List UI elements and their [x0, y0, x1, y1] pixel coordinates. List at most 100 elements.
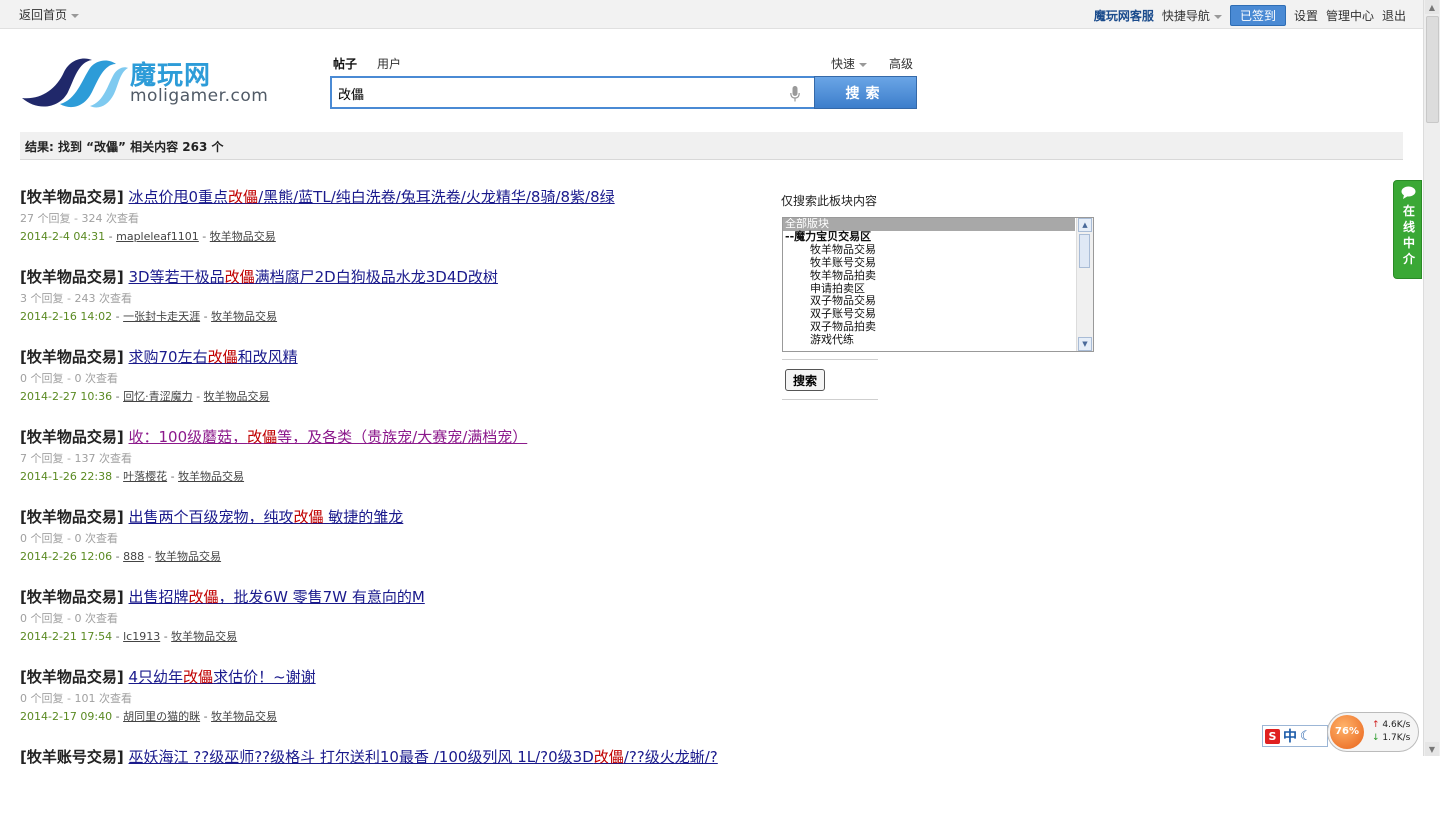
forum-option[interactable]: 全部版块 — [783, 218, 1075, 231]
quick-nav-label: 快捷导航 — [1161, 9, 1210, 23]
title-text: 满档腐尸2D白狗极品水龙3D4D改树 — [254, 268, 498, 286]
scroll-thumb[interactable] — [1426, 16, 1439, 123]
result-author-link[interactable]: 回忆·青涩魔力 — [123, 390, 193, 403]
chevron-down-icon — [71, 13, 80, 18]
network-rates: ↑ 4.6K/s ↓ 1.7K/s — [1372, 719, 1410, 745]
advanced-search-link[interactable]: 高级 — [889, 55, 913, 72]
moon-icon[interactable]: ☾ — [1300, 729, 1312, 744]
result-link[interactable]: 求购70左右改儡和改风精 — [129, 348, 298, 366]
quick-nav-menu[interactable]: 快捷导航 — [1162, 7, 1222, 24]
cpu-usage-ball: 76% — [1330, 715, 1364, 749]
result-category: [牧羊物品交易] — [20, 428, 124, 446]
search-button[interactable]: 搜索 — [814, 76, 917, 109]
result-item: [牧羊物品交易] 冰点价甩0重点改儡/黑熊/蓝TL/纯白洗卷/兔耳洗卷/火龙精华… — [20, 186, 760, 266]
title-text: /??级火龙蜥/? — [623, 748, 718, 766]
scroll-down-arrow-icon[interactable]: ▼ — [1078, 337, 1092, 351]
microphone-icon[interactable] — [790, 86, 800, 102]
checkin-button[interactable]: 已签到 — [1229, 5, 1286, 26]
online-agent-tab[interactable]: 在线中介 — [1393, 180, 1422, 279]
result-forum-link[interactable]: 牧羊物品交易 — [171, 630, 237, 643]
settings-link[interactable]: 设置 — [1294, 7, 1318, 24]
search-options: 快速 高级 — [831, 55, 913, 72]
filter-search-button[interactable]: 搜索 — [785, 369, 825, 391]
title-highlight: 改儡 — [228, 188, 259, 206]
result-link[interactable]: 出售招牌改儡，批发6W 零售7W 有意向的M — [129, 588, 425, 606]
user-menu: 魔玩网客服 快捷导航 已签到 设置 管理中心 退出 — [1094, 5, 1406, 26]
tab-posts[interactable]: 帖子 — [333, 55, 357, 72]
result-stats: 0 个回复 - 0 次查看 — [20, 532, 118, 545]
result-date: 2014-2-17 09:40 — [20, 710, 113, 723]
forum-option[interactable]: 牧羊账号交易 — [783, 256, 1093, 270]
quick-search-dropdown[interactable]: 快速 — [831, 55, 868, 72]
result-meta: 2014-2-27 10:36 - 回忆·青涩魔力 - 牧羊物品交易 — [20, 390, 270, 403]
result-category: [牧羊物品交易] — [20, 508, 124, 526]
forum-option[interactable]: 牧羊物品交易 — [783, 243, 1093, 257]
title-text: 求估价！~谢谢 — [213, 668, 316, 686]
result-category: [牧羊物品交易] — [20, 348, 124, 366]
result-category: [牧羊账号交易] — [20, 748, 124, 766]
title-highlight: 改儡 — [224, 268, 255, 286]
network-monitor-widget[interactable]: 76% ↑ 4.6K/s ↓ 1.7K/s — [1327, 712, 1419, 752]
tab-users[interactable]: 用户 — [377, 55, 401, 72]
result-author-link[interactable]: mapleleaf1101 — [116, 230, 199, 243]
result-author-link[interactable]: 一张封卡走天涯 — [123, 310, 200, 323]
result-forum-link[interactable]: 牧羊物品交易 — [211, 710, 277, 723]
result-stats: 0 个回复 - 0 次查看 — [20, 372, 118, 385]
title-text: 收：100级蘑菇， — [128, 428, 248, 446]
logout-link[interactable]: 退出 — [1382, 7, 1406, 24]
page-scrollbar[interactable]: ▲ ▼ — [1423, 0, 1440, 756]
result-author-link[interactable]: 888 — [123, 550, 144, 563]
result-date: 2014-2-16 14:02 — [20, 310, 113, 323]
result-link[interactable]: 出售两个百级宠物，纯攻改儡 敏捷的雏龙 — [129, 508, 404, 526]
back-home-link[interactable]: 返回首页 — [19, 6, 80, 23]
result-item: [牧羊物品交易] 求购70左右改儡和改风精 0 个回复 - 0 次查看 2014… — [20, 346, 760, 426]
divider — [782, 399, 878, 400]
search-type-tabs: 帖子 用户 — [333, 55, 401, 72]
title-text: 出售招牌 — [128, 588, 189, 606]
title-highlight: 改儡 — [593, 748, 624, 766]
site-logo[interactable]: 魔玩网 moligamer.com — [20, 52, 290, 114]
result-item: [牧羊物品交易] 4只幼年改儡求估价！~谢谢 0 个回复 - 101 次查看 2… — [20, 666, 760, 746]
result-link[interactable]: 收：100级蘑菇，改儡等，及各类（贵族宠/大赛宠/满档宠） — [129, 428, 528, 446]
result-link[interactable]: 4只幼年改儡求估价！~谢谢 — [129, 668, 316, 686]
scroll-down-arrow-icon[interactable]: ▼ — [1425, 742, 1439, 756]
result-author-link[interactable]: 胡同里の猫的眯 — [123, 710, 200, 723]
result-category: [牧羊物品交易] — [20, 588, 124, 606]
scroll-up-arrow-icon[interactable]: ▲ — [1078, 218, 1092, 232]
result-meta: 2014-1-26 22:38 - 叶落樱花 - 牧羊物品交易 — [20, 470, 245, 483]
result-author-link[interactable]: 叶落樱花 — [123, 470, 167, 483]
result-forum-link[interactable]: 牧羊物品交易 — [211, 310, 277, 323]
title-text: 求购70左右 — [128, 348, 208, 366]
title-text: /黑熊/蓝TL/纯白洗卷/兔耳洗卷/火龙精华/8骑/8紫/8绿 — [258, 188, 615, 206]
search-input[interactable] — [338, 83, 778, 103]
ime-toolbar[interactable]: S 中 ☾ — [1262, 725, 1328, 747]
ime-mode-label[interactable]: 中 — [1283, 726, 1297, 746]
result-title: [牧羊物品交易] 4只幼年改儡求估价！~谢谢 — [20, 666, 760, 688]
result-link[interactable]: 3D等若干极品改儡满档腐尸2D白狗极品水龙3D4D改树 — [129, 268, 498, 286]
result-forum-link[interactable]: 牧羊物品交易 — [204, 390, 270, 403]
result-link[interactable]: 巫妖海江 ??级巫师??级格斗 打尔送利10最香 /100级列风 1L/?0级3… — [129, 748, 718, 766]
title-highlight: 改儡 — [188, 588, 219, 606]
forum-option[interactable]: --魔力宝贝交易区 — [783, 230, 1093, 244]
scroll-thumb[interactable] — [1079, 234, 1090, 268]
forum-option[interactable]: 牧羊物品拍卖 — [783, 269, 1093, 283]
forum-option[interactable]: 游戏代练 — [783, 333, 1093, 347]
result-forum-link[interactable]: 牧羊物品交易 — [210, 230, 276, 243]
sogou-logo-icon: S — [1265, 728, 1280, 744]
search-box — [330, 76, 814, 109]
result-forum-link[interactable]: 牧羊物品交易 — [178, 470, 244, 483]
forum-list-scrollbar[interactable]: ▲ ▼ — [1076, 218, 1093, 351]
result-forum-link[interactable]: 牧羊物品交易 — [155, 550, 221, 563]
customer-service-link[interactable]: 魔玩网客服 — [1094, 7, 1154, 24]
result-stats: 0 个回复 - 0 次查看 — [20, 612, 118, 625]
result-author-link[interactable]: lc1913 — [123, 630, 160, 643]
title-highlight: 改儡 — [207, 348, 238, 366]
scroll-up-arrow-icon[interactable]: ▲ — [1425, 0, 1439, 14]
result-meta: 2014-2-26 12:06 - 888 - 牧羊物品交易 — [20, 550, 222, 563]
result-link[interactable]: 冰点价甩0重点改儡/黑熊/蓝TL/纯白洗卷/兔耳洗卷/火龙精华/8骑/8紫/8绿 — [129, 188, 615, 206]
forum-select-list[interactable]: 全部版块 --魔力宝贝交易区 牧羊物品交易 牧羊账号交易 牧羊物品拍卖 申请拍卖… — [782, 217, 1094, 352]
title-text: 3D等若干极品 — [128, 268, 225, 286]
result-item: [牧羊账号交易] 巫妖海江 ??级巫师??级格斗 打尔送利10最香 /100级列… — [20, 746, 760, 826]
title-highlight: 改儡 — [293, 508, 324, 526]
admin-center-link[interactable]: 管理中心 — [1326, 7, 1374, 24]
